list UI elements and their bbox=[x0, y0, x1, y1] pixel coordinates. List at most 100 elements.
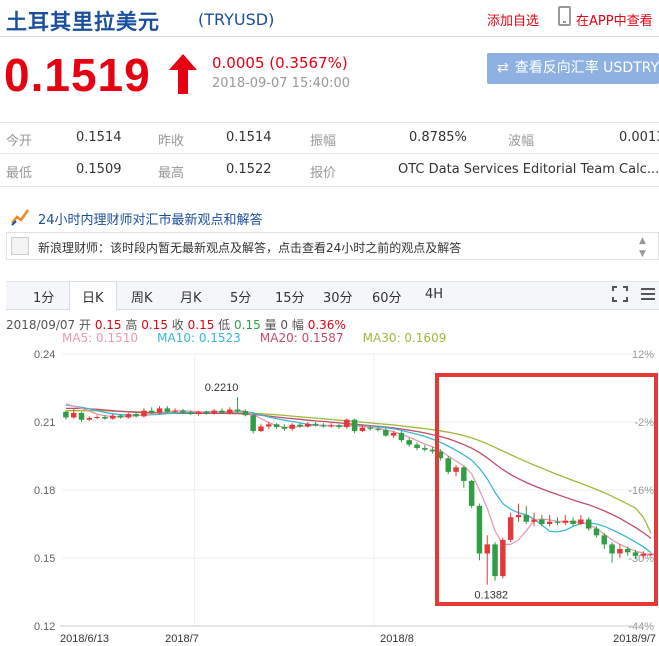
close-label: 收 bbox=[171, 318, 184, 332]
candle-body bbox=[281, 426, 288, 429]
advisor-news-title[interactable]: 24小时内理财师对汇市最新观点和解答 bbox=[38, 209, 263, 228]
candle-body bbox=[617, 548, 623, 554]
candle-body bbox=[344, 419, 350, 427]
stat-value-amplitude: 0.8785% bbox=[409, 130, 467, 145]
quote-timestamp: 2018-09-07 15:40:00 bbox=[212, 76, 351, 91]
candle-body bbox=[578, 519, 584, 524]
candle-body bbox=[164, 408, 171, 412]
candle-body bbox=[203, 411, 210, 414]
view-in-app-link[interactable]: 在APP中查看 bbox=[576, 10, 653, 29]
candle-body bbox=[117, 415, 124, 418]
candle-body bbox=[219, 410, 225, 413]
price-change: 0.0005 (0.3567%) bbox=[212, 54, 348, 72]
candle-body bbox=[250, 415, 256, 432]
x-tick-label: 2018/9/7 bbox=[613, 633, 656, 645]
candle-body bbox=[133, 414, 139, 417]
tab-15min[interactable]: 15分 bbox=[275, 287, 305, 306]
kline-chart[interactable]: 0.24 12%0.21 -2%0.18 -16%0.15 -30%0.12 -44%20… bbox=[0, 346, 659, 646]
pct-tick-label: -44% bbox=[628, 621, 654, 633]
add-favorite-link[interactable]: 添加自选 bbox=[487, 10, 539, 29]
candle-body bbox=[500, 539, 506, 577]
max-price-label: 0.2210 bbox=[205, 382, 239, 394]
candle-body bbox=[125, 414, 132, 418]
tab-weekly[interactable]: 周K bbox=[131, 287, 153, 306]
tab-4h[interactable]: 4H bbox=[425, 287, 443, 302]
candle-body bbox=[102, 417, 108, 419]
tab-60min[interactable]: 60分 bbox=[372, 287, 402, 306]
candle-body bbox=[328, 425, 334, 427]
candle-body bbox=[523, 514, 529, 522]
x-tick-label: 2018/8 bbox=[380, 633, 414, 645]
candle-body bbox=[375, 428, 381, 430]
advisor-news-text[interactable]: 新浪理财师：该时段内暂无最新观点及解答，点击查看24小时之前的观点及解答 bbox=[38, 239, 461, 256]
volume-label: 量 bbox=[264, 318, 277, 332]
x-tick-label: 2018/7 bbox=[165, 633, 199, 645]
stat-value-low: 0.1509 bbox=[76, 162, 122, 177]
volume-value: 0 bbox=[280, 318, 289, 332]
stat-label-high: 最高 bbox=[158, 166, 185, 181]
stat-label-open: 今开 bbox=[6, 134, 33, 149]
kline-date: 2018/09/07 bbox=[6, 318, 76, 332]
stat-value-high: 0.1522 bbox=[226, 162, 272, 177]
pct-tick-label: 12% bbox=[632, 349, 654, 361]
stat-value-open: 0.1514 bbox=[76, 130, 122, 145]
stat-label-amplitude: 振幅 bbox=[310, 134, 337, 149]
stat-label-quote-source: 报价 bbox=[310, 166, 337, 181]
candle-body bbox=[445, 458, 451, 472]
high-value: 0.15 bbox=[141, 318, 168, 332]
tab-daily[interactable]: 日K bbox=[82, 287, 104, 306]
candle-body bbox=[351, 419, 358, 432]
tab-monthly[interactable]: 月K bbox=[180, 287, 202, 306]
candle-body bbox=[648, 553, 654, 555]
high-label: 高 bbox=[125, 318, 138, 332]
candle-body bbox=[336, 425, 342, 427]
x-tick-label: 2018/6/13 bbox=[60, 633, 109, 645]
close-value: 0.15 bbox=[187, 318, 215, 332]
candle-body bbox=[180, 410, 186, 413]
trend-icon bbox=[11, 209, 30, 226]
candle-body bbox=[562, 520, 569, 523]
candle-body bbox=[63, 411, 69, 418]
candle-body bbox=[484, 544, 490, 554]
phone-icon bbox=[558, 6, 571, 26]
avatar bbox=[11, 237, 29, 255]
reverse-rate-label: 查看反向汇率 USDTRY bbox=[514, 60, 659, 76]
scroll-up-icon[interactable]: ▲ bbox=[639, 236, 646, 246]
scroll-down-icon[interactable]: ▼ bbox=[639, 249, 646, 259]
candle-body bbox=[289, 424, 295, 429]
candle-body bbox=[515, 514, 522, 518]
candle-body bbox=[429, 449, 436, 452]
candle-body bbox=[367, 427, 373, 429]
stat-value-quote-source: OTC Data Services Editorial Team Calc... bbox=[398, 162, 659, 177]
candle-body bbox=[609, 544, 615, 554]
candle-body bbox=[258, 426, 264, 432]
fullscreen-icon[interactable] bbox=[612, 286, 628, 302]
ma20-line bbox=[65, 407, 652, 539]
stats-divider bbox=[0, 122, 659, 123]
candle-body bbox=[242, 411, 249, 416]
candle-body bbox=[78, 412, 85, 420]
y-tick-label: 0.18 bbox=[34, 485, 55, 497]
up-arrow-icon bbox=[169, 54, 197, 94]
currency-code: (TRYUSD) bbox=[198, 10, 275, 29]
tab-1min[interactable]: 1分 bbox=[33, 287, 54, 306]
menu-icon[interactable] bbox=[641, 287, 655, 301]
tab-30min[interactable]: 30分 bbox=[323, 287, 353, 306]
stat-value-volatility: 0.0013 bbox=[619, 130, 659, 145]
candle-body bbox=[585, 519, 592, 529]
ma5-legend: MA5: 0.1510 bbox=[62, 331, 139, 345]
candle-body bbox=[601, 535, 608, 545]
ma30-line bbox=[65, 410, 652, 534]
candle-body bbox=[476, 505, 483, 554]
candle-body bbox=[531, 519, 537, 522]
candle-body bbox=[383, 429, 389, 436]
candle-body bbox=[320, 425, 327, 427]
y-tick-label: 0.21 bbox=[34, 417, 55, 429]
reverse-rate-button[interactable]: ⇄ 查看反向汇率 USDTRY bbox=[487, 53, 659, 84]
candle-body bbox=[414, 444, 420, 449]
candle-body bbox=[507, 517, 514, 540]
tab-5min[interactable]: 5分 bbox=[230, 287, 251, 306]
y-tick-label: 0.12 bbox=[34, 621, 55, 633]
candle-body bbox=[297, 424, 303, 427]
candle-body bbox=[70, 412, 77, 418]
